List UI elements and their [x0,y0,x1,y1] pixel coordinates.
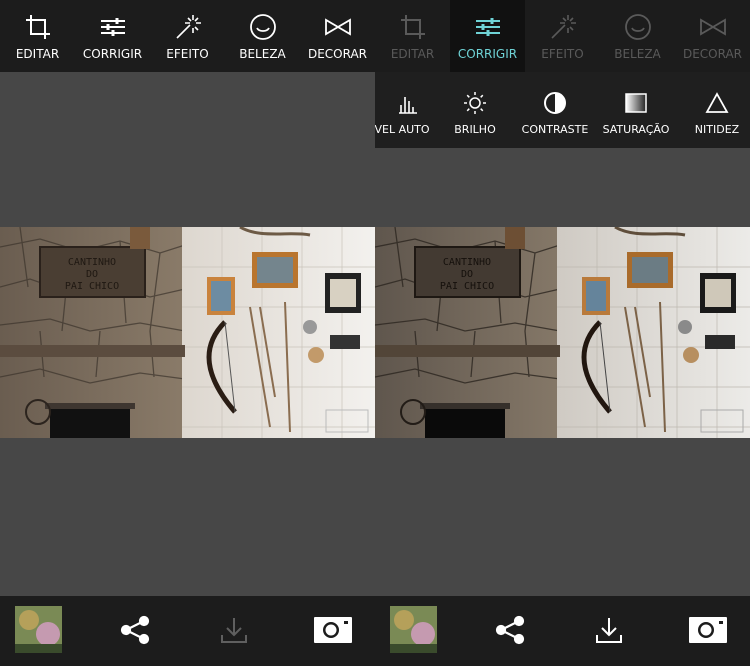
tab-label: EFEITO [166,47,209,61]
top-toolbar: EDITAR CORRIGIR EFEITO BELEZA DECORAR [375,0,750,72]
gallery-thumbnail[interactable] [15,606,62,653]
tab-decorar[interactable]: DECORAR [675,0,750,72]
tool-label: CONTRASTE [521,123,589,136]
magic-wand-icon [550,15,576,39]
tab-label: BELEZA [239,47,286,61]
thumbnail-image [15,606,62,653]
smile-icon [624,14,651,40]
tab-corrigir[interactable]: CORRIGIR [450,0,525,72]
thumbnail-image [390,606,437,653]
camera-icon [689,617,727,643]
tab-label: EDITAR [15,47,60,61]
tool-nitidez[interactable]: NITIDEZ [691,72,743,148]
share-icon [495,615,525,645]
share-button[interactable] [111,606,159,654]
sign-text-1: CANTINHO [443,257,491,268]
camera-button[interactable] [309,606,357,654]
tool-label: BRILHO [454,123,496,136]
tool-label: NITIDEZ [694,123,740,136]
tab-label: EDITAR [390,47,435,61]
tool-label: VEL AUTO [375,123,430,136]
sign-text-3: PAI CHICO [65,281,119,292]
sign-text-2: DO [461,269,473,280]
smile-icon [249,14,276,40]
sign-text-1: CANTINHO [68,257,116,268]
tab-decorar[interactable]: DECORAR [300,0,375,72]
tab-label: CORRIGIR [82,47,143,61]
tab-label: EFEITO [541,47,584,61]
crop-icon [25,15,50,39]
left-editor-panel: EDITAR CORRIGIR EFEITO BELEZA DECORAR CA… [0,0,375,666]
bowtie-icon [699,18,726,36]
tool-label: SATURAÇÃO [602,123,670,136]
levels-icon [399,97,417,114]
magic-wand-icon [175,15,201,39]
camera-icon [314,617,352,643]
tab-label: CORRIGIR [457,47,518,61]
tab-beleza[interactable]: BELEZA [225,0,300,72]
camera-button[interactable] [684,606,732,654]
tab-efeito[interactable]: EFEITO [525,0,600,72]
bowtie-icon [324,18,351,36]
top-toolbar: EDITAR CORRIGIR EFEITO BELEZA DECORAR [0,0,375,72]
photo-image: CANTINHO DO PAI CHICO [375,227,750,438]
tool-saturacao[interactable]: SATURAÇÃO [600,72,672,148]
sliders-icon [475,18,500,36]
tool-contraste[interactable]: CONTRASTE [520,72,590,148]
tool-brilho[interactable]: BRILHO [450,72,500,148]
gallery-thumbnail[interactable] [390,606,437,653]
tab-label: DECORAR [307,47,368,61]
contrast-icon [544,92,566,114]
sign-text-2: DO [86,269,98,280]
sign-text-3: PAI CHICO [440,281,494,292]
tab-label: BELEZA [614,47,661,61]
download-button[interactable] [210,606,258,654]
triangle-icon [705,92,729,113]
photo-preview[interactable]: CANTINHO DO PAI CHICO [0,227,375,438]
photo-image: CANTINHO DO PAI CHICO [0,227,375,438]
gradient-square-icon [625,93,647,113]
adjust-toolbar: VEL AUTO BRILHO CONTRASTE SATURAÇÃO NITI… [375,72,750,148]
right-editor-panel: EDITAR CORRIGIR EFEITO BELEZA DECORAR VE… [375,0,750,666]
share-icon [120,615,150,645]
tab-corrigir[interactable]: CORRIGIR [75,0,150,72]
sliders-icon [100,18,125,36]
tab-label: DECORAR [682,47,743,61]
download-icon [596,618,622,643]
tab-editar[interactable]: EDITAR [375,0,450,72]
download-icon [221,618,247,643]
tab-efeito[interactable]: EFEITO [150,0,225,72]
tool-auto-level[interactable]: VEL AUTO [375,72,431,148]
tab-editar[interactable]: EDITAR [0,0,75,72]
download-button[interactable] [585,606,633,654]
crop-icon [400,15,425,39]
share-button[interactable] [486,606,534,654]
sun-icon [464,92,486,114]
photo-preview-adjusted[interactable]: CANTINHO DO PAI CHICO [375,227,750,438]
tab-beleza[interactable]: BELEZA [600,0,675,72]
